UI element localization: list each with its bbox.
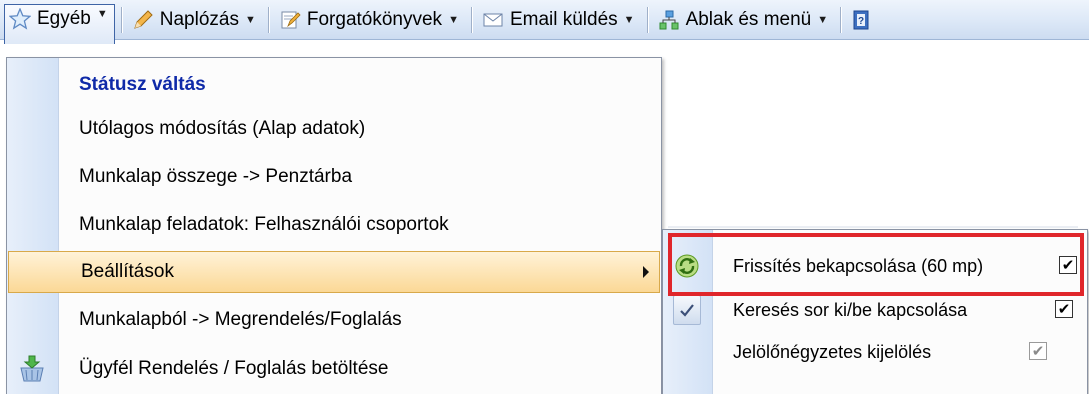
toolbar-naplozas-menu[interactable]: Naplózás ▼: [128, 4, 262, 36]
toolbar-separator: [646, 6, 648, 33]
dropdown-arrow-icon: ▼: [448, 13, 459, 26]
refresh-icon: [673, 252, 701, 280]
toolbar-separator: [267, 6, 269, 33]
background-grid: [668, 226, 1078, 228]
toolbar-ablak-label: Ablak és menü: [685, 8, 812, 30]
toolbar-separator: [470, 6, 472, 33]
submenu-item-kereses-sor[interactable]: Keresés sor ki/be kapcsolása ✔: [663, 290, 1087, 330]
toolbar-email-menu[interactable]: Email küldés ▼: [478, 4, 641, 36]
menu-item-utolagos-modositas[interactable]: Utólagos módosítás (Alap adatok): [7, 108, 661, 150]
submenu-item-label: Frissítés bekapcsolása (60 mp): [733, 255, 984, 276]
script-edit-icon: [279, 9, 301, 31]
toolbar-email-label: Email küldés: [509, 8, 618, 30]
menu-item-label: Munkalap feladatok: Felhasználói csoport…: [79, 214, 449, 235]
submenu-arrow-icon: [643, 266, 649, 278]
menu-item-label: Státusz váltás: [79, 74, 206, 95]
dropdown-arrow-icon: ▼: [96, 7, 108, 20]
window-tree-icon: [658, 9, 680, 31]
menu-item-statusz-valtas[interactable]: Státusz váltás: [7, 64, 661, 106]
envelope-icon: [482, 9, 504, 31]
toolbar-ablak-menu[interactable]: Ablak és menü ▼: [654, 4, 835, 36]
submenu-item-label: Keresés sor ki/be kapcsolása: [733, 299, 968, 320]
menu-item-label: Beállítások: [81, 261, 174, 282]
menu-item-label: Utólagos módosítás (Alap adatok): [79, 118, 366, 139]
menu-item-beallitasok[interactable]: Beállítások: [8, 251, 660, 293]
egyeb-dropdown-menu: Státusz váltás Utólagos módosítás (Alap …: [6, 57, 662, 394]
dropdown-arrow-icon: ▼: [817, 13, 829, 26]
menu-item-label: Munkalapból -> Megrendelés/Foglalás: [79, 309, 402, 330]
kereses-sor-checkbox[interactable]: ✔: [1055, 300, 1073, 318]
frissites-checkbox[interactable]: ✔: [1059, 256, 1077, 274]
toolbar: Egyéb ▼ Naplózás ▼ Forgatókönyvek ▼ Emai…: [0, 0, 1089, 44]
basket-download-icon: [17, 354, 47, 384]
toolbar-help-button[interactable]: ?: [847, 4, 885, 36]
menu-item-munkalapbol-megrendeles[interactable]: Munkalapból -> Megrendelés/Foglalás: [7, 299, 661, 341]
toolbar-egyeb-menu[interactable]: Egyéb ▼: [4, 3, 115, 44]
menu-item-label: Ügyfél Rendelés / Foglalás betöltése: [79, 358, 389, 379]
toolbar-egyeb-label: Egyéb: [37, 7, 91, 29]
checkmark-icon: [673, 295, 701, 325]
submenu-item-label: Jelölőnégyzetes kijelölés: [733, 341, 932, 362]
toolbar-separator: [120, 6, 122, 33]
menu-item-label: Munkalap összege -> Penztárba: [79, 166, 353, 187]
submenu-item-frissites[interactable]: Frissítés bekapcsolása (60 mp) ✔: [663, 246, 1087, 286]
toolbar-naplozas-label: Naplózás: [159, 8, 239, 30]
star-icon: [9, 7, 31, 30]
toolbar-forgatokonyvek-menu[interactable]: Forgatókönyvek ▼: [275, 4, 465, 36]
submenu-item-jelolonegyzetes[interactable]: Jelölőnégyzetes kijelölés ✔: [663, 332, 1087, 372]
menu-item-munkalap-osszege[interactable]: Munkalap összege -> Penztárba: [7, 156, 661, 198]
toolbar-separator: [840, 6, 842, 33]
check-gutter-icon: [673, 295, 701, 325]
beallitasok-submenu: Frissítés bekapcsolása (60 mp) ✔ Keresés…: [662, 229, 1088, 394]
help-icon: ?: [851, 9, 873, 31]
toolbar-forgatokonyvek-label: Forgatókönyvek: [306, 8, 443, 30]
pencil-icon: [132, 9, 154, 31]
dropdown-arrow-icon: ▼: [244, 13, 256, 26]
jelolonegyzetes-checkbox[interactable]: ✔: [1029, 342, 1047, 360]
menu-item-munkalap-feladatok[interactable]: Munkalap feladatok: Felhasználói csoport…: [7, 204, 661, 246]
dropdown-arrow-icon: ▼: [623, 13, 635, 26]
menu-item-ugyfel-rendeles[interactable]: Ügyfél Rendelés / Foglalás betöltése: [7, 348, 661, 390]
svg-text:?: ?: [858, 16, 864, 27]
